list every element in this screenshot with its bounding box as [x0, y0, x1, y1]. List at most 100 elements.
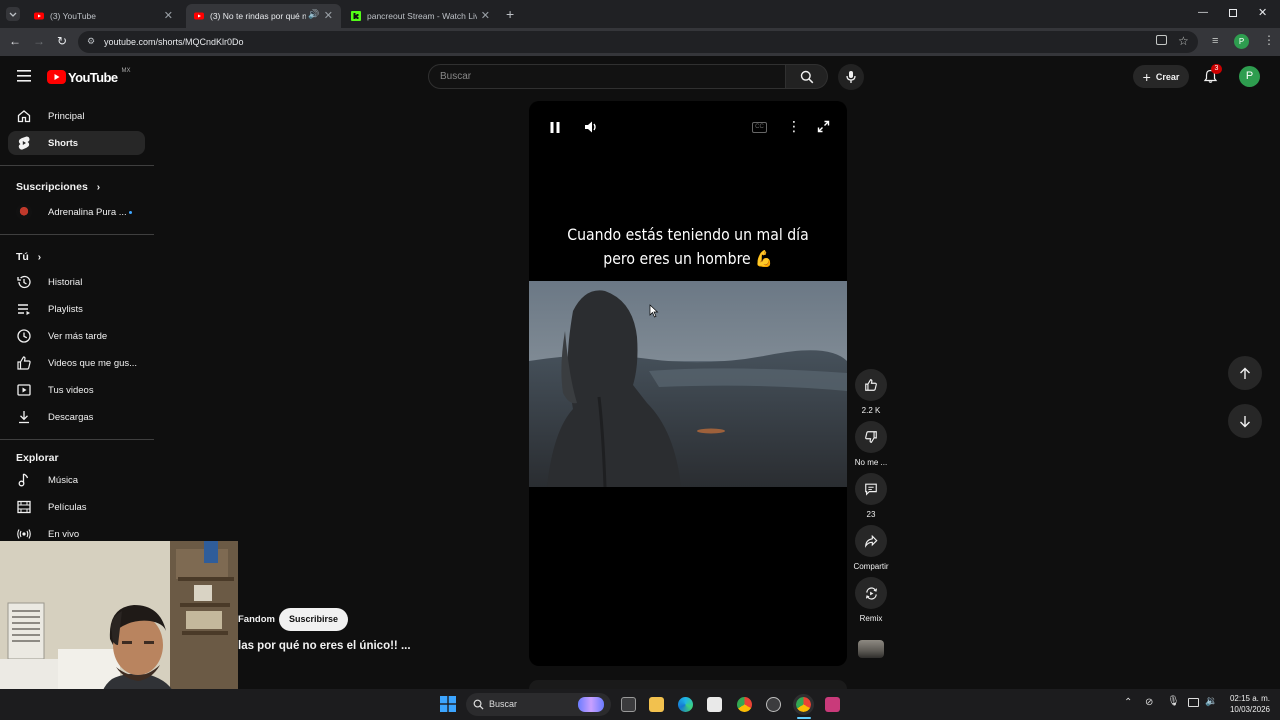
restore-icon[interactable] [1229, 9, 1237, 17]
mouse-cursor-icon [649, 304, 659, 318]
sidebar-item-label: Playlists [48, 304, 83, 315]
close-window-icon[interactable]: ✕ [1258, 6, 1267, 19]
captions-button[interactable]: CC [752, 122, 767, 133]
youtube-logo[interactable]: YouTube MX [47, 68, 130, 86]
minimize-icon[interactable]: — [1198, 7, 1208, 18]
search-input[interactable]: Buscar [428, 64, 786, 89]
sidebar-item-label: Ver más tarde [48, 331, 108, 342]
volume-button[interactable] [584, 120, 599, 134]
more-options-icon[interactable]: ⋮ [787, 118, 801, 135]
clock-icon [17, 329, 31, 343]
chrome-icon[interactable] [737, 697, 752, 712]
thumbs-up-icon [865, 379, 877, 391]
sidebar-divider [0, 165, 154, 166]
browser-menu-icon[interactable]: ⋮ [1263, 33, 1275, 47]
file-explorer-icon[interactable] [649, 697, 664, 712]
tab-close-icon[interactable]: ✕ [164, 9, 173, 22]
you-heading[interactable]: Tú › [16, 251, 41, 263]
sidebar-item-principal[interactable]: Principal [8, 104, 145, 128]
install-app-icon[interactable] [1156, 35, 1167, 45]
previous-short-button[interactable] [1228, 356, 1262, 390]
sidebar-item-your-videos[interactable]: Tus videos [8, 378, 145, 402]
arrow-down-icon [1240, 415, 1250, 427]
video-caption: Cuando estás teniendo un mal día pero er… [548, 223, 828, 271]
speaker-tray-icon[interactable]: 🔉 [1205, 696, 1217, 707]
windows-taskbar: Buscar ⌃ ⊘ 🎙 🔉 02:15 a. m. 10/03/2026 [0, 689, 1280, 720]
clock-date: 10/03/2026 [1229, 705, 1270, 714]
browser-tab-active[interactable]: (3) No te rindas por qué no 🔊 ✕ [186, 4, 341, 28]
short-title[interactable]: las por qué no eres el único!! ... [238, 640, 411, 652]
audio-track-thumbnail[interactable] [858, 640, 884, 658]
audio-playing-icon[interactable]: 🔊 [308, 9, 319, 20]
next-short-button[interactable] [1228, 404, 1262, 438]
music-icon [18, 473, 29, 487]
tab-search-button[interactable] [6, 7, 20, 21]
subscriptions-heading[interactable]: Suscripciones › [16, 181, 100, 193]
download-icon [19, 411, 29, 424]
like-button[interactable] [855, 369, 887, 401]
sidebar-item-playlists[interactable]: Playlists [8, 297, 145, 321]
share-button[interactable] [855, 525, 887, 557]
settings-app-icon[interactable] [766, 697, 781, 712]
task-view-icon[interactable] [621, 697, 636, 712]
sidebar-item-subscription[interactable]: Adrenalina Pura ... [8, 200, 145, 224]
dislike-button[interactable] [855, 421, 887, 453]
search-icon [800, 70, 813, 83]
pause-button[interactable] [549, 121, 561, 134]
sidebar-item-downloads[interactable]: Descargas [8, 405, 145, 429]
thumbs-down-icon [865, 431, 877, 443]
film-icon [17, 500, 31, 514]
chrome-active-icon[interactable] [793, 694, 814, 715]
subscribe-button[interactable]: Suscribirse [279, 608, 348, 631]
account-avatar[interactable]: P [1239, 66, 1260, 87]
browser-profile-avatar[interactable]: P [1234, 34, 1249, 49]
taskbar-search[interactable]: Buscar [466, 693, 611, 716]
system-tray-chevron-icon[interactable]: ⌃ [1124, 697, 1132, 708]
sidebar-item-liked-videos[interactable]: Videos que me gus... [8, 351, 145, 375]
like-action: 2.2 K [855, 369, 887, 415]
store-icon[interactable] [707, 697, 722, 712]
thumbs-up-icon [17, 356, 31, 370]
windows-start-icon[interactable] [440, 696, 456, 712]
browser-tab[interactable]: pancreout Stream - Watch Live ✕ [343, 4, 498, 28]
new-tab-icon[interactable]: + [506, 6, 514, 22]
search-icon [473, 699, 484, 710]
forward-icon[interactable]: → [33, 34, 45, 48]
bookmark-star-icon[interactable]: ☆ [1178, 34, 1189, 48]
create-button[interactable]: + Crear [1133, 65, 1189, 88]
site-info-icon[interactable]: ⚙ [87, 36, 95, 47]
sidebar-item-watch-later[interactable]: Ver más tarde [8, 324, 145, 348]
shorts-player[interactable]: CC ⋮ Cuando estás teniendo un mal día pe… [529, 101, 847, 666]
sidebar-item-movies[interactable]: Películas [8, 495, 145, 519]
history-icon [17, 275, 31, 289]
clock[interactable]: 02:15 a. m. 10/03/2026 [1226, 693, 1270, 715]
url-bar[interactable]: ⚙ youtube.com/shorts/MQCndKlr0Do ☆ [78, 31, 1198, 53]
microphone-tray-icon[interactable]: 🎙 [1167, 696, 1180, 707]
remix-button[interactable] [855, 577, 887, 609]
sidebar-item-label: Adrenalina Pura ... [48, 207, 127, 218]
app-icon[interactable] [825, 697, 840, 712]
kick-favicon-icon [351, 11, 361, 21]
voice-search-button[interactable] [838, 64, 864, 90]
browser-tab[interactable]: (3) YouTube ✕ [26, 4, 181, 28]
pause-icon [550, 122, 560, 133]
media-controls-icon[interactable]: ≡ [1212, 35, 1218, 47]
reload-icon[interactable]: ↻ [57, 34, 67, 48]
hamburger-menu-icon[interactable] [17, 70, 31, 82]
back-icon[interactable]: ← [9, 34, 21, 48]
chevron-right-icon: › [96, 182, 101, 193]
network-icon[interactable]: ⊘ [1145, 697, 1153, 708]
sidebar-item-music[interactable]: Música [8, 468, 145, 492]
sidebar-item-shorts[interactable]: Shorts [8, 131, 145, 155]
tab-close-icon[interactable]: ✕ [324, 9, 333, 22]
comments-button[interactable] [855, 473, 887, 505]
display-tray-icon[interactable] [1188, 698, 1199, 707]
sidebar-item-historial[interactable]: Historial [8, 270, 145, 294]
fullscreen-icon [817, 120, 830, 133]
search-button[interactable] [786, 64, 828, 89]
fullscreen-button[interactable] [817, 120, 830, 133]
tab-close-icon[interactable]: ✕ [481, 9, 490, 22]
edge-browser-icon[interactable] [678, 697, 693, 712]
notifications-button[interactable]: 3 [1203, 64, 1222, 85]
channel-name[interactable]: Fandom [238, 614, 275, 625]
